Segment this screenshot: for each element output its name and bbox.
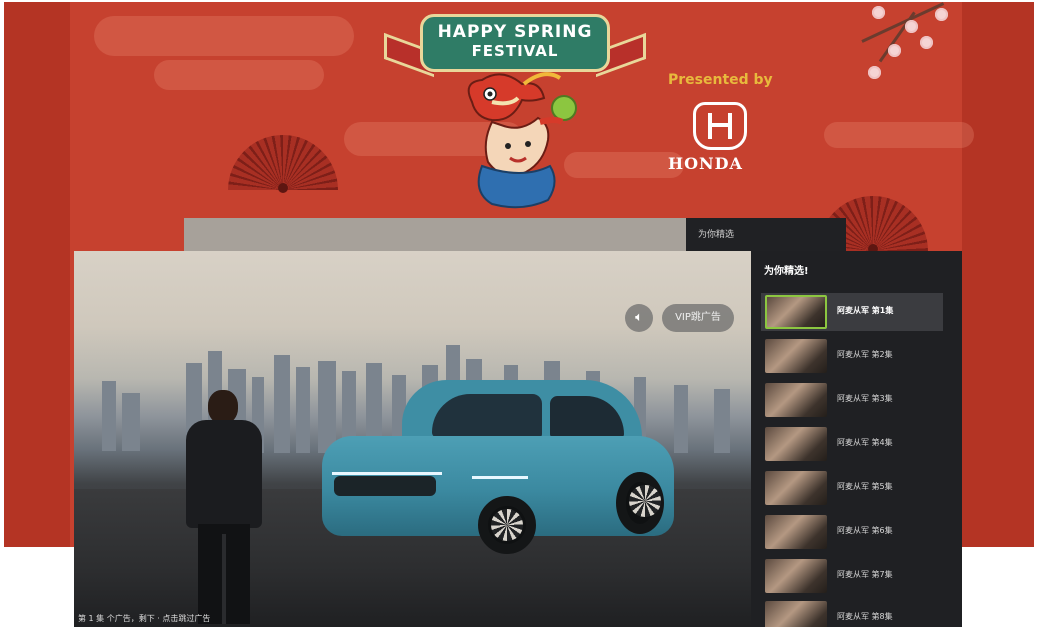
episode-thumbnail [765,295,827,329]
skyline-building [296,367,310,453]
background-window-bar [184,218,686,252]
episode-item-6[interactable]: 阿麦从军 第6集 [761,513,943,551]
episode-label: 阿麦从军 第2集 [837,350,893,359]
skyline-building [122,393,140,451]
cloud-decoration [94,16,354,56]
episode-item-8[interactable]: 阿麦从军 第8集 [761,599,943,627]
presented-by-label: Presented by [668,72,773,88]
honda-logo-icon [693,102,747,150]
episode-label: 阿麦从军 第8集 [837,612,893,621]
background-panel-title: 为你精选 [698,230,735,240]
festival-title-line2: FESTIVAL [471,42,559,60]
episode-thumbnail [765,427,827,461]
screenshot-stage: HAPPY SPRING FESTIVAL Presented by HONDA… [0,0,1037,627]
episode-item-3[interactable]: 阿麦从军 第3集 [761,381,943,419]
blossom-icon [868,66,881,79]
episode-label: 阿麦从军 第5集 [837,482,893,491]
blossom-icon [935,8,948,21]
banner-right-edge [962,2,1034,547]
cloud-decoration [824,122,974,148]
blossom-icon [888,44,901,57]
sponsor-name: HONDA [668,154,743,173]
festival-title-line1: HAPPY SPRING [437,22,593,42]
honda-suv-figure [322,380,682,565]
car-wheel [616,472,664,534]
skyline-building [714,389,730,453]
episode-thumbnail [765,471,827,505]
dragon-character-icon [467,72,577,209]
episode-label: 阿麦从军 第1集 [837,306,894,315]
episode-thumbnail [765,601,827,627]
episode-playlist-panel: 为你精选! 阿麦从军 第1集 阿麦从军 第2集 阿麦从军 第3集 阿麦从军 第4… [751,251,962,627]
vip-skip-ad-button[interactable]: VIP跳广告 [662,304,734,332]
episode-item-2[interactable]: 阿麦从军 第2集 [761,337,943,375]
playlist-title: 为你精选! [764,266,809,277]
banner-left-edge [4,2,70,547]
car-wheel [478,496,536,554]
blossom-icon [905,20,918,33]
episode-thumbnail [765,383,827,417]
episode-label: 阿麦从军 第3集 [837,394,893,403]
episode-thumbnail [765,559,827,593]
cloud-decoration [564,152,684,178]
background-window-panel: 为你精选 [686,218,846,252]
mute-button[interactable]: 🔈︎ [625,304,653,332]
ad-caption: 第 1 集 个广告，剩下 · 点击跳过广告 [78,614,211,623]
blossom-icon [920,36,933,49]
episode-item-5[interactable]: 阿麦从军 第5集 [761,469,943,507]
speaker-icon: 🔈︎ [635,310,643,325]
episode-label: 阿麦从军 第6集 [837,526,893,535]
skyline-building [102,381,116,451]
skyline-building [274,355,290,453]
episode-item-7[interactable]: 阿麦从军 第7集 [761,557,943,595]
episode-item-1[interactable]: 阿麦从军 第1集 [761,293,943,331]
episode-thumbnail [765,339,827,373]
cloud-decoration [154,60,324,90]
person-figure [180,390,270,626]
episode-label: 阿麦从军 第4集 [837,438,893,447]
episode-label: 阿麦从军 第7集 [837,570,893,579]
episode-item-4[interactable]: 阿麦从军 第4集 [761,425,943,463]
episode-thumbnail [765,515,827,549]
blossom-icon [872,6,885,19]
